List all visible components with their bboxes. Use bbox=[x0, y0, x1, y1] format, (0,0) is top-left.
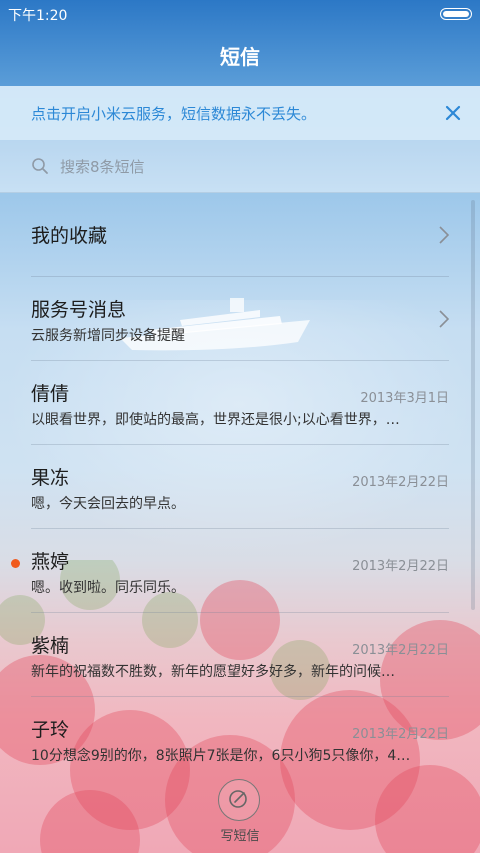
thread-preview: 嗯，今天会回去的早点。 bbox=[31, 496, 185, 512]
status-bar: 下午1:20 bbox=[0, 0, 480, 28]
thread-name: 我的收藏 bbox=[31, 225, 108, 247]
cloud-service-banner[interactable]: 点击开启小米云服务，短信数据永不丢失。 bbox=[0, 86, 480, 140]
thread-date: 2013年3月1日 bbox=[360, 391, 449, 406]
compose-area: 写短信 bbox=[0, 765, 480, 853]
thread-date: 2013年2月22日 bbox=[352, 559, 449, 574]
thread-name: 燕婷 bbox=[31, 551, 70, 573]
thread-preview: 嗯。收到啦。同乐同乐。 bbox=[31, 580, 185, 596]
thread-preview: 云服务新增同步设备提醒 bbox=[31, 328, 185, 344]
list-item[interactable]: 我的收藏 bbox=[0, 193, 480, 277]
battery-icon bbox=[440, 8, 472, 20]
search-bar[interactable] bbox=[0, 140, 480, 193]
search-icon bbox=[32, 158, 48, 174]
list-item[interactable]: 服务号消息 云服务新增同步设备提醒 bbox=[0, 277, 480, 361]
conversation-list: 我的收藏 服务号消息 云服务新增同步设备提醒 倩倩 2013年3月1日 以眼看世… bbox=[0, 193, 480, 765]
compose-button[interactable] bbox=[218, 779, 260, 821]
thread-preview: 新年的祝福数不胜数，新年的愿望好多好多，新年的问候… bbox=[31, 664, 395, 680]
thread-preview: 10分想念9别的你，8张照片7张是你，6只小狗5只像你，4… bbox=[31, 748, 411, 764]
thread-date: 2013年2月22日 bbox=[352, 643, 449, 658]
list-item[interactable]: 紫楠 2013年2月22日 新年的祝福数不胜数，新年的愿望好多好多，新年的问候… bbox=[0, 613, 480, 697]
thread-date: 2013年2月22日 bbox=[352, 475, 449, 490]
page-title: 短信 bbox=[220, 45, 260, 69]
compose-icon bbox=[228, 789, 247, 808]
compose-label[interactable]: 写短信 bbox=[0, 825, 480, 844]
unread-dot bbox=[11, 559, 20, 568]
chevron-right-icon bbox=[439, 310, 450, 328]
thread-name: 子玲 bbox=[31, 719, 70, 741]
thread-name: 紫楠 bbox=[31, 635, 70, 657]
search-input[interactable] bbox=[58, 153, 442, 181]
close-icon[interactable] bbox=[440, 100, 466, 126]
thread-preview: 以眼看世界，即使站的最高，世界还是很小;以心看世界，… bbox=[31, 412, 400, 428]
thread-name: 服务号消息 bbox=[31, 299, 127, 321]
list-item[interactable]: 果冻 2013年2月22日 嗯，今天会回去的早点。 bbox=[0, 445, 480, 529]
thread-date: 2013年2月22日 bbox=[352, 727, 449, 742]
scrollbar[interactable] bbox=[471, 200, 475, 610]
list-item[interactable]: 倩倩 2013年3月1日 以眼看世界，即使站的最高，世界还是很小;以心看世界，… bbox=[0, 361, 480, 445]
thread-name: 果冻 bbox=[31, 467, 70, 489]
status-time: 下午1:20 bbox=[8, 8, 68, 24]
banner-text[interactable]: 点击开启小米云服务，短信数据永不丢失。 bbox=[31, 103, 316, 124]
list-item[interactable]: 燕婷 2013年2月22日 嗯。收到啦。同乐同乐。 bbox=[0, 529, 480, 613]
chevron-right-icon bbox=[439, 226, 450, 244]
thread-name: 倩倩 bbox=[31, 383, 70, 405]
